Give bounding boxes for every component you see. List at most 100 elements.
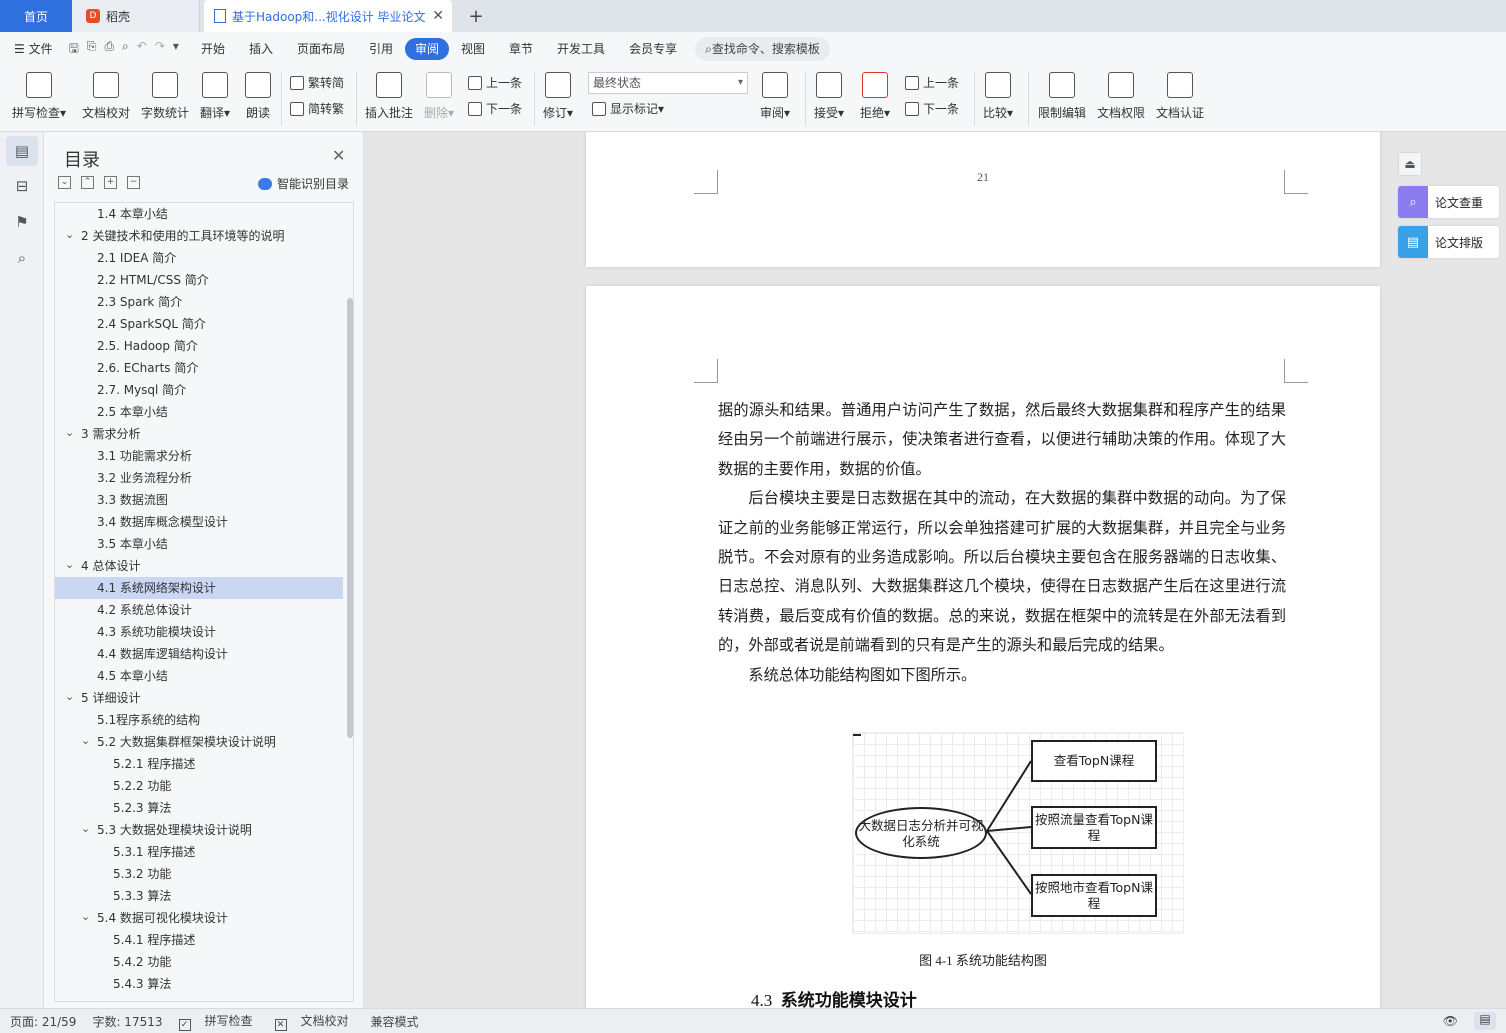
toc-panel-icon[interactable]: ▤ — [6, 136, 38, 166]
restrict-editing-button[interactable]: 限制编辑 — [1038, 70, 1086, 121]
toc-item[interactable]: ⌄ 5.3 大数据处理模块设计说明 — [55, 819, 343, 841]
smart-toc-button[interactable]: 智能识别目录 — [258, 175, 349, 192]
markup-state-select[interactable]: 最终状态 — [588, 72, 748, 94]
toc-item[interactable]: 2.5 本章小结 — [55, 401, 343, 423]
toc-item[interactable]: 3.2 业务流程分析 — [55, 467, 343, 489]
reject-button[interactable]: 拒绝▾ — [860, 70, 890, 121]
toc-item[interactable]: 5.4.2 功能 — [55, 951, 343, 973]
expand-chevron-icon[interactable]: ⌄ — [81, 730, 90, 752]
doc-rights-button[interactable]: 文档权限 — [1097, 70, 1145, 121]
toc-item[interactable]: 2.5. Hadoop 简介 — [55, 335, 343, 357]
toc-item[interactable]: 2.1 IDEA 简介 — [55, 247, 343, 269]
menu-page-layout[interactable]: 页面布局 — [285, 38, 357, 60]
spell-check-status[interactable]: ✓ 拼写检查 — [178, 1012, 259, 1031]
toc-item[interactable]: 3.5 本章小结 — [55, 533, 343, 555]
next-change-button[interactable]: 下一条 — [905, 100, 959, 117]
customize-qa-icon[interactable]: ▾ — [173, 39, 179, 60]
menu-view[interactable]: 视图 — [449, 38, 497, 60]
toc-item[interactable]: ⌄ 5.2 大数据集群框架模块设计说明 — [55, 731, 343, 753]
chapter-nav-icon[interactable]: ⊟ — [12, 176, 32, 196]
word-count-button[interactable]: 字数统计 — [141, 70, 189, 121]
expand-chevron-icon[interactable]: ⌄ — [81, 906, 90, 928]
close-tab-icon[interactable]: ✕ — [432, 8, 444, 24]
menu-review[interactable]: 审阅 — [405, 38, 450, 60]
prev-change-button[interactable]: 上一条 — [905, 74, 959, 91]
toc-item[interactable]: 5.4.1 程序描述 — [55, 929, 343, 951]
delete-comment-button[interactable]: 删除▾ — [424, 70, 454, 121]
tab-daoke[interactable]: D 稻壳 — [72, 0, 200, 32]
toc-item[interactable]: 1.4 本章小结 — [55, 203, 343, 225]
toc-item[interactable]: 4.2 系统总体设计 — [55, 599, 343, 621]
toc-item[interactable]: 4.3 系统功能模块设计 — [55, 621, 343, 643]
prev-comment-button[interactable]: 上一条 — [468, 74, 522, 91]
toc-item[interactable]: 5.2.2 功能 — [55, 775, 343, 797]
toc-item[interactable]: 2.4 SparkSQL 简介 — [55, 313, 343, 335]
toc-item[interactable]: 3.3 数据流图 — [55, 489, 343, 511]
toc-item[interactable]: ⌄ 2 关键技术和使用的工具环境等的说明 — [55, 225, 343, 247]
file-menu[interactable]: ☰ 文件 — [0, 38, 65, 60]
proof-status[interactable]: ✕ 文档校对 — [274, 1012, 355, 1031]
toc-item[interactable]: 5.3.3 算法 — [55, 885, 343, 907]
menu-insert[interactable]: 插入 — [237, 38, 285, 60]
toc-scrollbar[interactable] — [347, 298, 353, 738]
toc-item[interactable]: 5.4.3 算法 — [55, 973, 343, 995]
show-markup-button[interactable]: 显示标记 ▾ — [592, 100, 664, 117]
collapse-panel-icon[interactable]: ⏏ — [1398, 152, 1422, 176]
paper-layout-button[interactable]: ▤ 论文排版 — [1398, 226, 1499, 258]
toc-item[interactable]: ⌄ 4 总体设计 — [55, 555, 343, 577]
toc-item[interactable]: 5.2.1 程序描述 — [55, 753, 343, 775]
print-icon[interactable]: ⎙ — [104, 39, 114, 60]
tab-document[interactable]: 基于Hadoop和...视化设计 毕业论文 ✕ — [204, 0, 452, 32]
expand-chevron-icon[interactable]: ⌄ — [65, 686, 74, 708]
format-painter-icon[interactable]: ⎘ — [87, 39, 97, 60]
next-comment-button[interactable]: 下一条 — [468, 100, 522, 117]
accept-button[interactable]: 接受▾ — [814, 70, 844, 121]
expand-chevron-icon[interactable]: ⌄ — [65, 422, 74, 444]
add-heading-icon[interactable]: + — [104, 176, 117, 189]
body-text[interactable]: 据的源头和结果。普通用户访问产生了数据，然后最终大数据集群和程序产生的结果经由另… — [718, 396, 1286, 690]
eye-protection-icon[interactable]: 👁 — [1443, 1014, 1458, 1028]
to-simplified-button[interactable]: 简转繁 — [290, 100, 344, 117]
toc-item[interactable]: 5.2.3 算法 — [55, 797, 343, 819]
toc-item[interactable]: 3.1 功能需求分析 — [55, 445, 343, 467]
toc-item[interactable]: 2.2 HTML/CSS 简介 — [55, 269, 343, 291]
menu-start[interactable]: 开始 — [189, 38, 237, 60]
doc-proof-button[interactable]: 文档校对 — [82, 70, 130, 121]
compare-button[interactable]: 比较▾ — [983, 70, 1013, 121]
bookmark-icon[interactable]: ⚑ — [12, 212, 32, 232]
toc-item[interactable]: ⌄ 5.4 数据可视化模块设计 — [55, 907, 343, 929]
new-tab-button[interactable]: + — [464, 0, 488, 32]
page-view-icon[interactable]: ▤ — [1474, 1012, 1496, 1030]
read-aloud-button[interactable]: 朗读 — [245, 70, 271, 121]
to-traditional-button[interactable]: 繁转简 — [290, 74, 344, 91]
print-preview-icon[interactable]: ⌕ — [122, 39, 129, 60]
toc-item[interactable]: 4.4 数据库逻辑结构设计 — [55, 643, 343, 665]
search-icon[interactable]: ⌕ — [12, 248, 32, 268]
expand-up-icon[interactable]: ⌃ — [81, 176, 94, 189]
save-icon[interactable]: 🖫 — [69, 39, 79, 60]
remove-heading-icon[interactable]: − — [127, 176, 140, 189]
track-changes-button[interactable]: 修订▾ — [543, 70, 573, 121]
translate-button[interactable]: 翻译▾ — [200, 70, 230, 121]
word-count-indicator[interactable]: 字数: 17513 — [92, 1013, 162, 1030]
function-structure-figure[interactable]: 大数据日志分析并可视化系统 查看TopN课程 按照流量查看TopN课程 按照地市… — [852, 732, 1184, 934]
spell-check-button[interactable]: 拼写检查▾ — [12, 70, 66, 121]
menu-chapter[interactable]: 章节 — [497, 38, 545, 60]
menu-reference[interactable]: 引用 — [357, 38, 405, 60]
toc-item[interactable]: ⌄ 3 需求分析 — [55, 423, 343, 445]
toc-item[interactable]: 5.3.1 程序描述 — [55, 841, 343, 863]
doc-cert-button[interactable]: 文档认证 — [1156, 70, 1204, 121]
collapse-all-icon[interactable]: ⌄ — [58, 176, 71, 189]
expand-chevron-icon[interactable]: ⌄ — [65, 224, 74, 246]
expand-chevron-icon[interactable]: ⌄ — [65, 554, 74, 576]
close-icon[interactable]: ✕ — [332, 146, 345, 165]
toc-item[interactable]: 5.3.2 功能 — [55, 863, 343, 885]
tab-home[interactable]: 首页 — [0, 0, 72, 32]
page-indicator[interactable]: 页面: 21/59 — [10, 1013, 76, 1030]
toc-item[interactable]: 3.4 数据库概念模型设计 — [55, 511, 343, 533]
toc-item[interactable]: 2.3 Spark 简介 — [55, 291, 343, 313]
toc-item[interactable]: 2.7. Mysql 简介 — [55, 379, 343, 401]
insert-comment-button[interactable]: 插入批注 — [365, 70, 413, 121]
toc-item[interactable]: 2.6. ECharts 简介 — [55, 357, 343, 379]
undo-icon[interactable]: ↶ — [137, 39, 147, 60]
